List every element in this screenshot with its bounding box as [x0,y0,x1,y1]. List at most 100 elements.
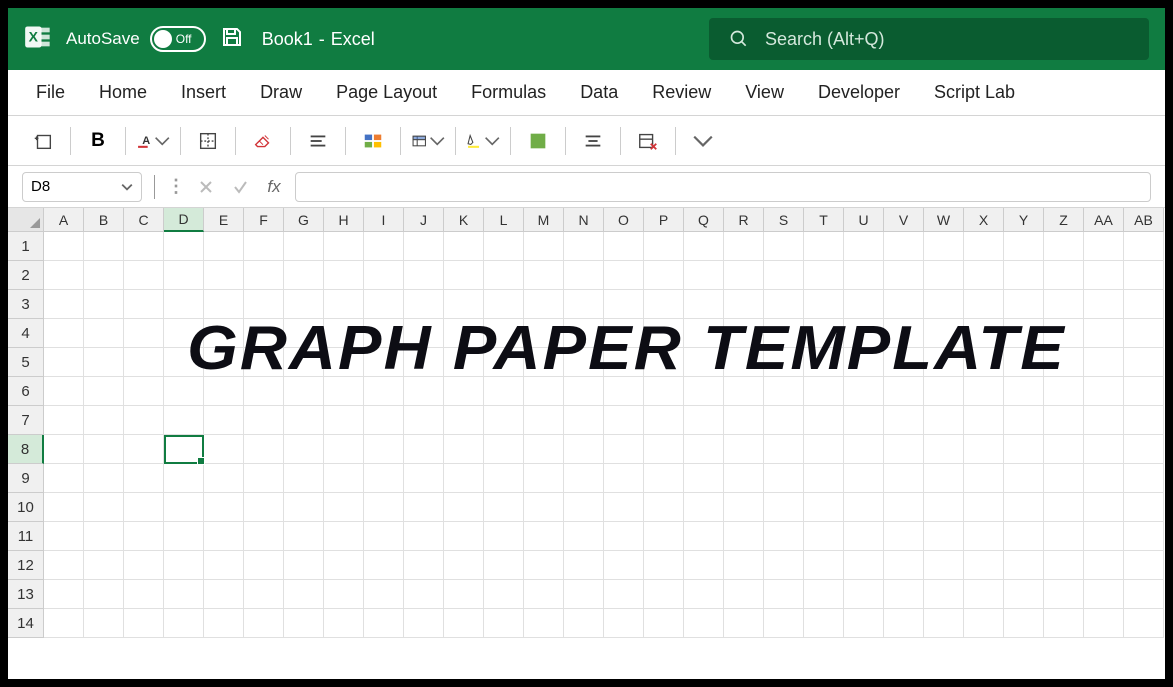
fx-icon[interactable]: fx [261,174,287,200]
cell-D10[interactable] [164,493,204,522]
cell-J2[interactable] [404,261,444,290]
cell-V13[interactable] [884,580,924,609]
cell-R10[interactable] [724,493,764,522]
row-header-1[interactable]: 1 [8,232,44,261]
cell-W12[interactable] [924,551,964,580]
cell-S10[interactable] [764,493,804,522]
cell-E8[interactable] [204,435,244,464]
col-header-J[interactable]: J [404,208,444,232]
cell-AA13[interactable] [1084,580,1124,609]
name-box[interactable]: D8 [22,172,142,202]
borders-button[interactable] [191,125,225,157]
cell-Z2[interactable] [1044,261,1084,290]
col-header-Z[interactable]: Z [1044,208,1084,232]
cell-W7[interactable] [924,406,964,435]
cell-S8[interactable] [764,435,804,464]
cell-X14[interactable] [964,609,1004,638]
cell-N10[interactable] [564,493,604,522]
cell-C12[interactable] [124,551,164,580]
cell-U13[interactable] [844,580,884,609]
cell-R9[interactable] [724,464,764,493]
cell-W9[interactable] [924,464,964,493]
cell-S14[interactable] [764,609,804,638]
cell-F1[interactable] [244,232,284,261]
col-header-X[interactable]: X [964,208,1004,232]
document-title[interactable]: Book1-Excel [262,29,375,50]
cell-Q7[interactable] [684,406,724,435]
col-header-B[interactable]: B [84,208,124,232]
cell-O14[interactable] [604,609,644,638]
cell-H11[interactable] [324,522,364,551]
col-header-F[interactable]: F [244,208,284,232]
cell-A9[interactable] [44,464,84,493]
cell-L14[interactable] [484,609,524,638]
cell-P9[interactable] [644,464,684,493]
cell-P10[interactable] [644,493,684,522]
row-header-12[interactable]: 12 [8,551,44,580]
cell-O10[interactable] [604,493,644,522]
select-all-corner[interactable] [8,208,44,232]
tab-view[interactable]: View [745,82,784,103]
cell-F11[interactable] [244,522,284,551]
cell-H13[interactable] [324,580,364,609]
cell-O7[interactable] [604,406,644,435]
cell-L9[interactable] [484,464,524,493]
cell-E11[interactable] [204,522,244,551]
cell-K2[interactable] [444,261,484,290]
cell-I12[interactable] [364,551,404,580]
cell-B12[interactable] [84,551,124,580]
cell-U9[interactable] [844,464,884,493]
tab-home[interactable]: Home [99,82,147,103]
cell-Y7[interactable] [1004,406,1044,435]
cell-AA14[interactable] [1084,609,1124,638]
cell-O2[interactable] [604,261,644,290]
cell-D13[interactable] [164,580,204,609]
cell-V11[interactable] [884,522,924,551]
cell-S2[interactable] [764,261,804,290]
col-header-R[interactable]: R [724,208,764,232]
cell-B3[interactable] [84,290,124,319]
cell-AA9[interactable] [1084,464,1124,493]
row-header-7[interactable]: 7 [8,406,44,435]
cell-H14[interactable] [324,609,364,638]
cell-N14[interactable] [564,609,604,638]
cell-W11[interactable] [924,522,964,551]
cell-I1[interactable] [364,232,404,261]
cell-E9[interactable] [204,464,244,493]
tab-formulas[interactable]: Formulas [471,82,546,103]
cell-B11[interactable] [84,522,124,551]
cell-F13[interactable] [244,580,284,609]
cell-J1[interactable] [404,232,444,261]
cell-G11[interactable] [284,522,324,551]
cell-T8[interactable] [804,435,844,464]
cell-R13[interactable] [724,580,764,609]
cell-U14[interactable] [844,609,884,638]
clear-button[interactable] [246,125,280,157]
cell-E1[interactable] [204,232,244,261]
col-header-N[interactable]: N [564,208,604,232]
cell-J10[interactable] [404,493,444,522]
cell-AB11[interactable] [1124,522,1164,551]
col-header-V[interactable]: V [884,208,924,232]
cell-C1[interactable] [124,232,164,261]
cell-V8[interactable] [884,435,924,464]
cell-X9[interactable] [964,464,1004,493]
cell-L7[interactable] [484,406,524,435]
cell-AA1[interactable] [1084,232,1124,261]
cell-B13[interactable] [84,580,124,609]
cell-J8[interactable] [404,435,444,464]
cell-Y11[interactable] [1004,522,1044,551]
cell-K11[interactable] [444,522,484,551]
cell-M7[interactable] [524,406,564,435]
cell-H1[interactable] [324,232,364,261]
cell-R7[interactable] [724,406,764,435]
cell-B9[interactable] [84,464,124,493]
number-format-button[interactable] [356,125,390,157]
cell-Q12[interactable] [684,551,724,580]
cell-AA11[interactable] [1084,522,1124,551]
cell-T9[interactable] [804,464,844,493]
col-header-Q[interactable]: Q [684,208,724,232]
cell-M1[interactable] [524,232,564,261]
cell-M13[interactable] [524,580,564,609]
cell-G2[interactable] [284,261,324,290]
